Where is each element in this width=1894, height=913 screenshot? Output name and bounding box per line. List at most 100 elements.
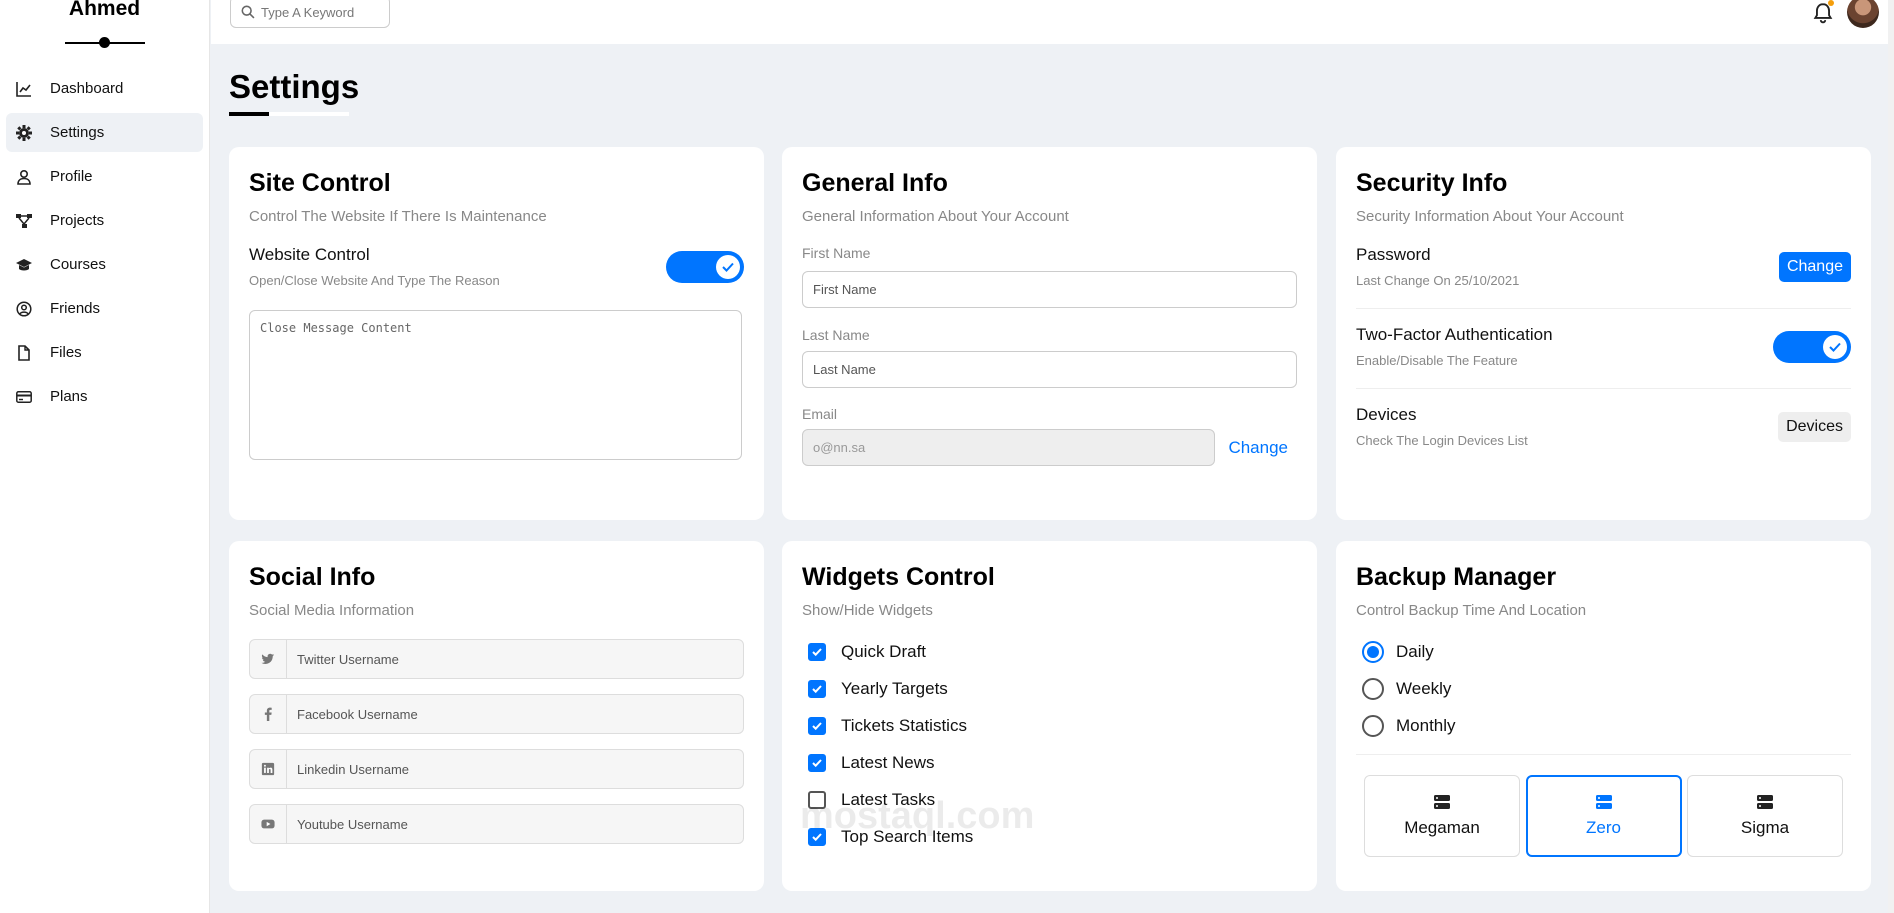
site-control-card: Site Control Control The Website If Ther… [229, 147, 764, 520]
sidebar-item-label: Files [50, 344, 82, 361]
close-message-textarea[interactable] [249, 310, 742, 460]
server-label: Zero [1586, 818, 1621, 837]
backup-option-weekly[interactable]: Weekly [1356, 670, 1851, 707]
first-name-input[interactable] [802, 271, 1297, 308]
youtube-icon [250, 805, 287, 843]
security-info-title: Security Info [1356, 169, 1508, 197]
check-icon [722, 262, 734, 272]
site-control-subtitle: Control The Website If There Is Maintena… [249, 208, 547, 225]
social-info-card: Social Info Social Media Information [229, 541, 764, 891]
radio-button[interactable] [1362, 640, 1384, 663]
option-label: Daily [1396, 641, 1434, 661]
youtube-input[interactable] [287, 805, 743, 843]
widget-label: Tickets Statistics [841, 715, 967, 735]
sidebar-item-label: Settings [50, 124, 105, 141]
sidebar-nav: Dashboard Settings Profile Projects Cour… [0, 69, 209, 416]
server-icon [1434, 795, 1450, 809]
search-input[interactable] [261, 4, 381, 20]
scrollbar[interactable] [1888, 0, 1894, 913]
two-factor-row: Two-Factor Authentication Enable/Disable… [1356, 325, 1851, 368]
checkbox[interactable] [808, 790, 826, 809]
brand-name: Ahmed [68, 0, 141, 20]
checkbox[interactable] [808, 679, 826, 698]
checkbox[interactable] [808, 827, 826, 846]
two-factor-desc: Enable/Disable The Feature [1356, 353, 1518, 368]
server-icon [1595, 795, 1612, 809]
social-info-title: Social Info [249, 563, 376, 591]
divider [1356, 754, 1851, 755]
two-factor-label: Two-Factor Authentication [1356, 325, 1553, 344]
website-control-toggle[interactable] [666, 250, 744, 283]
widget-yearly-targets[interactable]: Yearly Targets [802, 670, 1297, 707]
widget-quick-draft[interactable]: Quick Draft [802, 633, 1297, 670]
general-info-title: General Info [802, 169, 948, 197]
backup-option-monthly[interactable]: Monthly [1356, 707, 1851, 744]
sidebar-item-settings[interactable]: Settings [6, 113, 203, 152]
linkedin-input[interactable] [287, 750, 743, 788]
avatar[interactable] [1847, 0, 1879, 28]
change-password-button[interactable]: Change [1778, 251, 1851, 282]
sidebar-item-friends[interactable]: Friends [6, 289, 203, 328]
sidebar-item-profile[interactable]: Profile [6, 157, 203, 196]
last-name-input[interactable] [802, 351, 1297, 388]
website-control-label: Website Control [249, 245, 370, 264]
backup-manager-title: Backup Manager [1356, 563, 1557, 591]
devices-row: Devices Check The Login Devices List Dev… [1356, 405, 1851, 448]
sidebar-item-label: Friends [50, 300, 101, 317]
social-info-subtitle: Social Media Information [249, 602, 415, 619]
security-info-card: Security Info Security Information About… [1336, 147, 1871, 520]
checkbox[interactable] [808, 716, 826, 735]
user-circle-icon [16, 300, 32, 317]
widget-top-search-items[interactable]: Top Search Items [802, 818, 1297, 855]
twitter-field [249, 639, 744, 679]
sidebar-item-courses[interactable]: Courses [6, 245, 203, 284]
top-header [211, 0, 1894, 44]
sidebar-item-dashboard[interactable]: Dashboard [6, 69, 203, 108]
sidebar-item-plans[interactable]: Plans [6, 377, 203, 416]
radio-button[interactable] [1362, 677, 1384, 700]
credit-card-icon [16, 389, 32, 405]
devices-label: Devices [1356, 405, 1417, 424]
checkbox[interactable] [808, 753, 826, 772]
email-input [802, 429, 1215, 466]
server-megaman[interactable]: Megaman [1364, 775, 1520, 857]
backup-frequency-options: Daily Weekly Monthly [1356, 633, 1851, 744]
divider [1356, 388, 1851, 389]
widget-label: Top Search Items [841, 826, 974, 846]
facebook-field [249, 694, 744, 734]
website-control-row: Website Control Open/Close Website And T… [249, 245, 744, 288]
sidebar-item-label: Plans [50, 388, 88, 405]
checkbox[interactable] [808, 642, 826, 661]
title-underline [229, 112, 349, 116]
password-desc: Last Change On 25/10/2021 [1356, 273, 1520, 288]
sidebar-item-label: Profile [50, 168, 93, 185]
change-email-link[interactable]: Change [1228, 438, 1288, 458]
password-row: Password Last Change On 25/10/2021 Chang… [1356, 245, 1851, 288]
backup-option-daily[interactable]: Daily [1356, 633, 1851, 670]
two-factor-toggle[interactable] [1773, 330, 1851, 363]
gear-icon [16, 124, 32, 141]
widget-latest-news[interactable]: Latest News [802, 744, 1297, 781]
sidebar-item-files[interactable]: Files [6, 333, 203, 372]
radio-button[interactable] [1362, 714, 1384, 737]
linkedin-icon [250, 750, 287, 788]
divider [1356, 308, 1851, 309]
sidebar-item-projects[interactable]: Projects [6, 201, 203, 240]
server-options: Megaman Zero Sigma [1356, 775, 1851, 857]
search-box[interactable] [230, 0, 390, 28]
widgets-control-subtitle: Show/Hide Widgets [802, 602, 933, 619]
linkedin-field [249, 749, 744, 789]
page-title: Settings [229, 68, 360, 105]
devices-button[interactable]: Devices [1778, 411, 1851, 442]
server-zero[interactable]: Zero [1525, 775, 1682, 857]
widgets-control-title: Widgets Control [802, 563, 995, 591]
email-label: Email [802, 406, 838, 422]
backup-manager-card: Backup Manager Control Backup Time And L… [1336, 541, 1871, 891]
widget-tickets-statistics[interactable]: Tickets Statistics [802, 707, 1297, 744]
widget-latest-tasks[interactable]: Latest Tasks [802, 781, 1297, 818]
notification-bell-icon[interactable] [1812, 0, 1834, 24]
server-sigma[interactable]: Sigma [1687, 775, 1843, 857]
twitter-input[interactable] [287, 640, 743, 678]
facebook-input[interactable] [287, 695, 743, 733]
brand-divider [64, 28, 145, 48]
